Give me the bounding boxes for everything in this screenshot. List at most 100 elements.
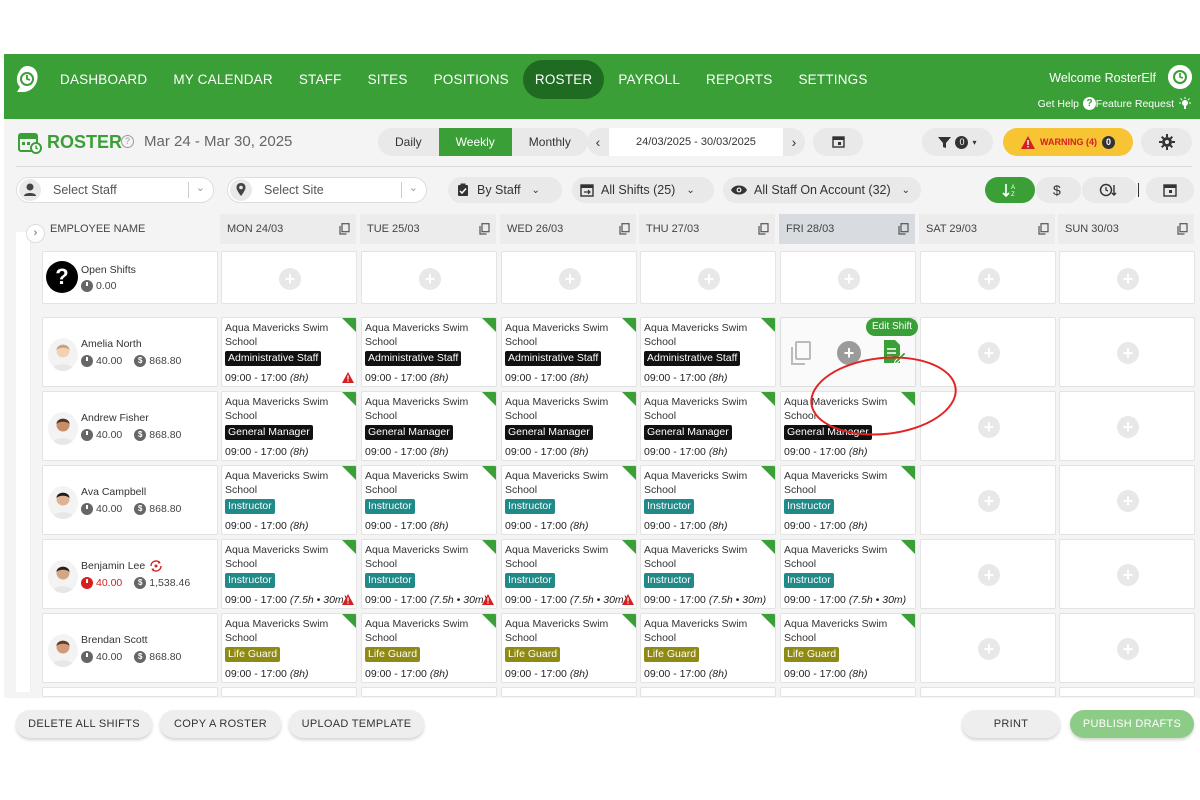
nav-my-calendar[interactable]: MY CALENDAR xyxy=(161,60,284,99)
shift-card[interactable]: Aqua Mavericks Swim School Instructor 09:0… xyxy=(640,465,776,535)
add-shift-icon[interactable]: + xyxy=(837,341,861,365)
add-shift-icon[interactable]: + xyxy=(978,638,1000,660)
delete-all-shifts-button[interactable]: DELETE ALL SHIFTS xyxy=(16,710,152,738)
warning-triangle-icon[interactable] xyxy=(482,594,494,605)
open-shift-cell[interactable]: + xyxy=(361,251,497,304)
add-shift-icon[interactable]: + xyxy=(1117,490,1139,512)
employee-row-header[interactable]: Benjamin Lee 40.00 $1,538.46 xyxy=(42,539,218,609)
settings-button[interactable] xyxy=(1141,128,1192,156)
empty-shift-cell[interactable]: + xyxy=(920,465,1056,535)
employee-name[interactable]: Benjamin Lee xyxy=(81,560,145,572)
employee-name[interactable]: Amelia North xyxy=(81,338,142,350)
shift-card[interactable]: Aqua Mavericks Swim School Administrative… xyxy=(221,317,357,387)
open-shift-cell[interactable]: + xyxy=(221,251,357,304)
copy-roster-button[interactable]: COPY A ROSTER xyxy=(160,710,281,738)
empty-shift-cell[interactable]: + xyxy=(1059,317,1195,387)
shift-card[interactable]: Aqua Mavericks Swim School Administrative… xyxy=(361,317,497,387)
nav-staff[interactable]: STAFF xyxy=(287,60,354,99)
add-shift-icon[interactable]: + xyxy=(838,267,860,290)
print-button[interactable]: PRINT xyxy=(962,710,1060,738)
add-shift-icon[interactable]: + xyxy=(1117,638,1139,660)
nav-roster[interactable]: ROSTER xyxy=(522,60,605,99)
empty-shift-cell[interactable]: + xyxy=(920,317,1056,387)
copy-icon[interactable] xyxy=(619,223,630,235)
copy-icon[interactable] xyxy=(758,223,769,235)
empty-shift-cell[interactable]: + xyxy=(1059,465,1195,535)
sort-button[interactable]: AZ xyxy=(985,177,1035,203)
add-shift-icon[interactable]: + xyxy=(978,342,1000,364)
copy-icon[interactable] xyxy=(339,223,350,235)
add-shift-icon[interactable]: + xyxy=(1117,564,1139,586)
employee-row-header[interactable]: Andrew Fisher 40.00 $868.80 xyxy=(42,391,218,461)
upload-template-button[interactable]: UPLOAD TEMPLATE xyxy=(289,710,424,738)
warning-button[interactable]: WARNING (4) 0 xyxy=(1003,128,1133,156)
employee-row-header[interactable]: Ava Campbell 40.00 $868.80 xyxy=(42,465,218,535)
help-icon[interactable]: ? xyxy=(121,135,134,148)
shift-card[interactable]: Aqua Mavericks Swim School Instructor 09:0… xyxy=(221,539,357,609)
shift-card[interactable]: Aqua Mavericks Swim School Instructor 09:0… xyxy=(501,539,637,609)
shift-card[interactable]: Aqua Mavericks Swim School General Manage… xyxy=(221,391,357,461)
shift-card[interactable]: Aqua Mavericks Swim School Life Guard 09:0… xyxy=(361,613,497,683)
copy-shift-icon[interactable] xyxy=(790,341,812,365)
warning-triangle-icon[interactable] xyxy=(342,372,354,383)
shift-card[interactable]: Aqua Mavericks Swim School Life Guard 09:0… xyxy=(780,613,916,683)
shift-card[interactable]: Aqua Mavericks Swim School General Manage… xyxy=(361,391,497,461)
shift-card[interactable]: Aqua Mavericks Swim School General Manage… xyxy=(640,391,776,461)
shift-card[interactable]: Aqua Mavericks Swim School Instructor 09:0… xyxy=(361,465,497,535)
nav-settings[interactable]: SETTINGS xyxy=(786,60,879,99)
employee-name[interactable]: Ava Campbell xyxy=(81,486,146,498)
add-shift-icon[interactable]: + xyxy=(978,416,1000,438)
nav-reports[interactable]: REPORTS xyxy=(694,60,784,99)
add-shift-icon[interactable]: + xyxy=(978,564,1000,586)
empty-shift-cell[interactable]: + xyxy=(1059,391,1195,461)
open-shift-cell[interactable]: + xyxy=(1059,251,1195,304)
employee-row-header[interactable]: Amelia North 40.00 $868.80 xyxy=(42,317,218,387)
filter-button[interactable]: 0 ▾ xyxy=(922,128,993,156)
empty-shift-cell[interactable]: + xyxy=(920,613,1056,683)
nav-dashboard[interactable]: DASHBOARD xyxy=(48,60,159,99)
shift-card[interactable]: Aqua Mavericks Swim School Instructor 09:0… xyxy=(780,539,916,609)
publish-drafts-button[interactable]: PUBLISH DRAFTS xyxy=(1070,710,1194,738)
view-daily-tab[interactable]: Daily xyxy=(378,128,439,156)
open-shift-cell[interactable]: + xyxy=(640,251,776,304)
expand-sidebar-button[interactable]: › xyxy=(26,224,45,243)
view-weekly-tab[interactable]: Weekly xyxy=(438,128,512,156)
add-shift-icon[interactable]: + xyxy=(419,267,441,290)
add-shift-icon[interactable]: + xyxy=(1117,267,1139,290)
employee-name[interactable]: Andrew Fisher xyxy=(81,412,149,424)
view-monthly-tab[interactable]: Monthly xyxy=(512,128,588,156)
add-shift-icon[interactable]: + xyxy=(559,267,581,290)
shift-card[interactable]: Aqua Mavericks Swim School Instructor 09:0… xyxy=(780,465,916,535)
select-staff-dropdown[interactable]: Select Staff ⌄ xyxy=(16,177,214,203)
hours-sort-button[interactable] xyxy=(1082,177,1137,203)
shift-card[interactable]: Aqua Mavericks Swim School Life Guard 09:0… xyxy=(501,613,637,683)
nav-payroll[interactable]: PAYROLL xyxy=(606,60,692,99)
empty-shift-cell[interactable]: + xyxy=(1059,539,1195,609)
nav-sites[interactable]: SITES xyxy=(356,60,420,99)
add-shift-icon[interactable]: + xyxy=(279,267,301,290)
shifts-dropdown[interactable]: All Shifts (25) ⌄ xyxy=(572,177,714,203)
get-help-link[interactable]: Get Help ? xyxy=(1038,97,1096,110)
warning-triangle-icon[interactable] xyxy=(622,594,634,605)
user-avatar-icon[interactable] xyxy=(1168,65,1192,89)
shift-card[interactable]: Aqua Mavericks Swim School General Manage… xyxy=(501,391,637,461)
add-shift-icon[interactable]: + xyxy=(698,267,720,290)
calendar-view-button[interactable] xyxy=(1146,177,1194,203)
shift-card[interactable]: Aqua Mavericks Swim School Life Guard 09:0… xyxy=(221,613,357,683)
group-by-dropdown[interactable]: By Staff ⌄ xyxy=(448,177,562,203)
open-shift-cell[interactable]: + xyxy=(780,251,916,304)
shift-card[interactable]: Aqua Mavericks Swim School Life Guard 09:0… xyxy=(640,613,776,683)
feature-request-link[interactable]: Feature Request xyxy=(1096,97,1192,111)
shift-card[interactable]: Aqua Mavericks Swim School General Manage… xyxy=(780,391,916,461)
nav-positions[interactable]: POSITIONS xyxy=(422,60,521,99)
warning-triangle-icon[interactable] xyxy=(342,594,354,605)
calendar-picker-button[interactable] xyxy=(813,128,863,156)
next-week-button[interactable]: › xyxy=(783,128,805,156)
shift-card[interactable]: Aqua Mavericks Swim School Instructor 09:0… xyxy=(221,465,357,535)
staff-scope-dropdown[interactable]: All Staff On Account (32) ⌄ xyxy=(723,177,921,203)
shift-card[interactable]: Aqua Mavericks Swim School Instructor 09:0… xyxy=(361,539,497,609)
copy-icon[interactable] xyxy=(898,223,909,235)
rosterelf-logo-icon[interactable] xyxy=(14,64,40,94)
shift-card[interactable]: Aqua Mavericks Swim School Instructor 09:0… xyxy=(640,539,776,609)
select-site-dropdown[interactable]: Select Site ⌄ xyxy=(227,177,427,203)
